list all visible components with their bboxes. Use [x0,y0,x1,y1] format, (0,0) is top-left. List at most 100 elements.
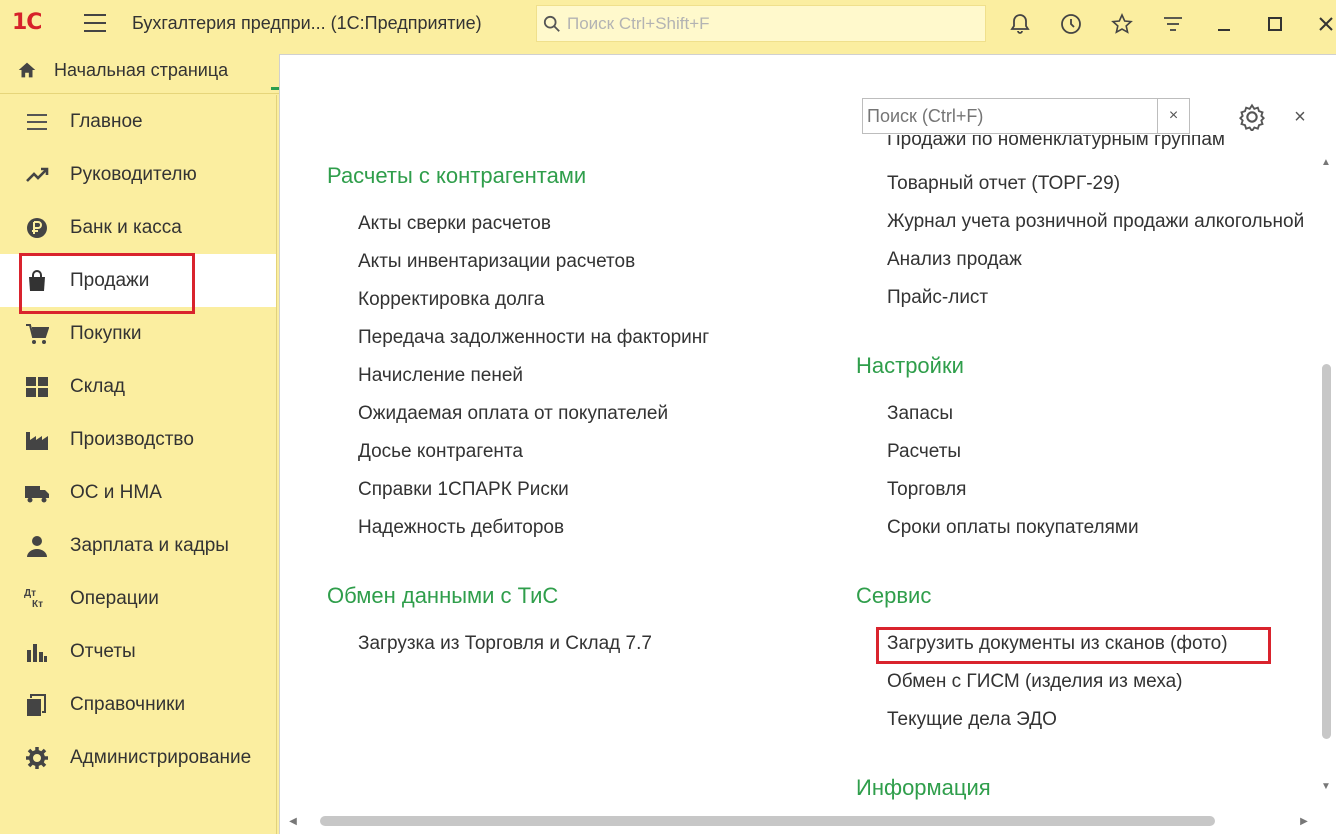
menu-lines-icon [24,109,50,135]
maximize-icon[interactable] [1255,8,1295,40]
sections-sidebar: Главное Руководителю Банк и касса Продаж… [0,95,277,834]
sidebar-item-label: Зарплата и кадры [70,534,229,556]
clear-search-button[interactable]: × [1157,99,1189,133]
link-torg29[interactable]: Товарный отчет (ТОРГ-29) [887,173,1120,195]
window-close-icon[interactable] [1306,8,1336,40]
scroll-right-icon[interactable]: ▶ [1297,816,1311,827]
trend-up-icon [24,162,50,188]
tab-indicator [271,87,279,90]
sidebar-item-salary[interactable]: Зарплата и кадры [0,519,276,572]
highlight-frame-load-scans [876,627,1271,664]
functions-menu-icon[interactable] [1153,8,1193,40]
scroll-down-icon[interactable]: ▼ [1319,779,1333,793]
highlight-frame-sales [19,253,195,314]
sidebar-item-label: Руководителю [70,163,197,185]
global-search-input[interactable]: Поиск Ctrl+Shift+F [536,5,986,42]
favorites-star-icon[interactable] [1102,8,1142,40]
sales-panel: × × Расчеты с контрагентами Акты сверки … [279,54,1336,834]
link-stocks[interactable]: Запасы [887,403,953,425]
panel-close-button[interactable]: × [1290,107,1310,127]
sidebar-item-label: Операции [70,587,159,609]
main-menu-icon[interactable] [84,14,106,32]
search-icon [543,15,560,32]
app-logo[interactable]: 1С [12,10,56,36]
vertical-scroll-thumb[interactable] [1322,364,1331,739]
sidebar-item-label: Отчеты [70,640,136,662]
link-expected-payment[interactable]: Ожидаемая оплата от покупателей [358,403,668,425]
vertical-scrollbar[interactable]: ▲ ▼ [1319,155,1333,805]
link-settlements[interactable]: Расчеты [887,441,961,463]
link-penalties[interactable]: Начисление пеней [358,365,523,387]
notifications-bell-icon[interactable] [1000,8,1040,40]
scroll-up-icon[interactable]: ▲ [1319,155,1333,169]
scroll-left-icon[interactable]: ◀ [286,816,300,827]
app-title: Бухгалтерия предпри... (1С:Предприятие) [132,13,482,33]
minimize-icon[interactable] [1204,8,1244,40]
sidebar-item-fixed-assets[interactable]: ОС и НМА [0,466,276,519]
sidebar-item-main[interactable]: Главное [0,95,276,148]
horizontal-scroll-thumb[interactable] [320,816,1215,826]
horizontal-scrollbar[interactable]: ◀ ▶ [286,812,1311,830]
link-counterparty-dossier[interactable]: Досье контрагента [358,441,523,463]
sidebar-item-manager[interactable]: Руководителю [0,148,276,201]
sidebar-item-label: Главное [70,110,143,132]
section-title-information: Информация [856,775,991,800]
link-trade[interactable]: Торговля [887,479,966,501]
link-spark-risks[interactable]: Справки 1СПАРК Риски [358,479,569,501]
sidebar-item-directories[interactable]: Справочники [0,678,276,731]
link-debt-adjustment[interactable]: Корректировка долга [358,289,544,311]
link-debtor-reliability[interactable]: Надежность дебиторов [358,517,564,539]
link-gism-exchange[interactable]: Обмен с ГИСМ (изделия из меха) [887,671,1183,693]
section-title-service: Сервис [856,583,932,608]
sidebar-item-production[interactable]: Производство [0,413,276,466]
debit-label: Дт [24,587,37,599]
link-payment-terms[interactable]: Сроки оплаты покупателями [887,517,1139,539]
link-sales-analysis[interactable]: Анализ продаж [887,249,1022,271]
truck-icon [24,480,50,506]
sidebar-item-label: Администрирование [70,746,252,768]
sidebar-item-label: Справочники [70,693,186,715]
sidebar-item-label: ОС и НМА [70,481,162,503]
link-sales-by-groups-cut[interactable]: Продажи по номенклатурным группам [887,135,1307,157]
sidebar-item-label: Склад [70,375,125,397]
sidebar-item-administration[interactable]: Администрирование [0,731,276,784]
link-price-list[interactable]: Прайс-лист [887,287,988,309]
title-bar: 1С Бухгалтерия предпри... (1С:Предприяти… [0,0,1336,47]
gear-icon [24,745,50,771]
link-import-tis77[interactable]: Загрузка из Торговля и Склад 7.7 [358,633,652,655]
tab-home-label: Начальная страница [54,59,229,80]
section-title-settlements: Расчеты с контрагентами [327,163,587,188]
link-alcohol-journal[interactable]: Журнал учета розничной продажи алкогольн… [887,211,1304,233]
link-edo-current[interactable]: Текущие дела ЭДО [887,709,1057,731]
credit-label: Кт [32,598,44,610]
person-icon [24,533,50,559]
sidebar-item-label: Банк и касса [70,216,182,238]
cut-link-label: Продажи по номенклатурным группам [887,135,1225,150]
link-inventory-acts[interactable]: Акты инвентаризации расчетов [358,251,635,273]
sidebar-item-warehouse[interactable]: Склад [0,360,276,413]
warehouse-grid-icon [24,374,50,400]
link-reconciliation-acts[interactable]: Акты сверки расчетов [358,213,551,235]
link-factoring[interactable]: Передача задолженности на факторинг [358,327,709,349]
section-title-settings: Настройки [856,353,964,378]
sidebar-item-purchases[interactable]: Покупки [0,307,276,360]
home-icon [18,62,36,78]
sidebar-item-bank[interactable]: Банк и касса [0,201,276,254]
sidebar-item-operations[interactable]: Дт Кт Операции [0,572,276,625]
settings-gear-icon[interactable] [1238,103,1266,131]
ruble-coin-icon [24,215,50,241]
books-icon [24,692,50,718]
history-icon[interactable] [1051,8,1091,40]
panel-search-input[interactable] [863,99,1157,133]
debit-credit-icon: Дт Кт [24,586,50,612]
sidebar-item-reports[interactable]: Отчеты [0,625,276,678]
cart-icon [24,321,50,347]
panel-search-field[interactable]: × [862,98,1190,134]
bar-chart-icon [24,639,50,665]
sidebar-item-label: Покупки [70,322,142,344]
sidebar-item-label: Производство [70,428,194,450]
section-title-tis-exchange: Обмен данными с ТиС [327,583,559,608]
factory-icon [24,427,50,453]
global-search-placeholder: Поиск Ctrl+Shift+F [567,13,710,33]
tab-home[interactable]: Начальная страница [0,47,270,93]
